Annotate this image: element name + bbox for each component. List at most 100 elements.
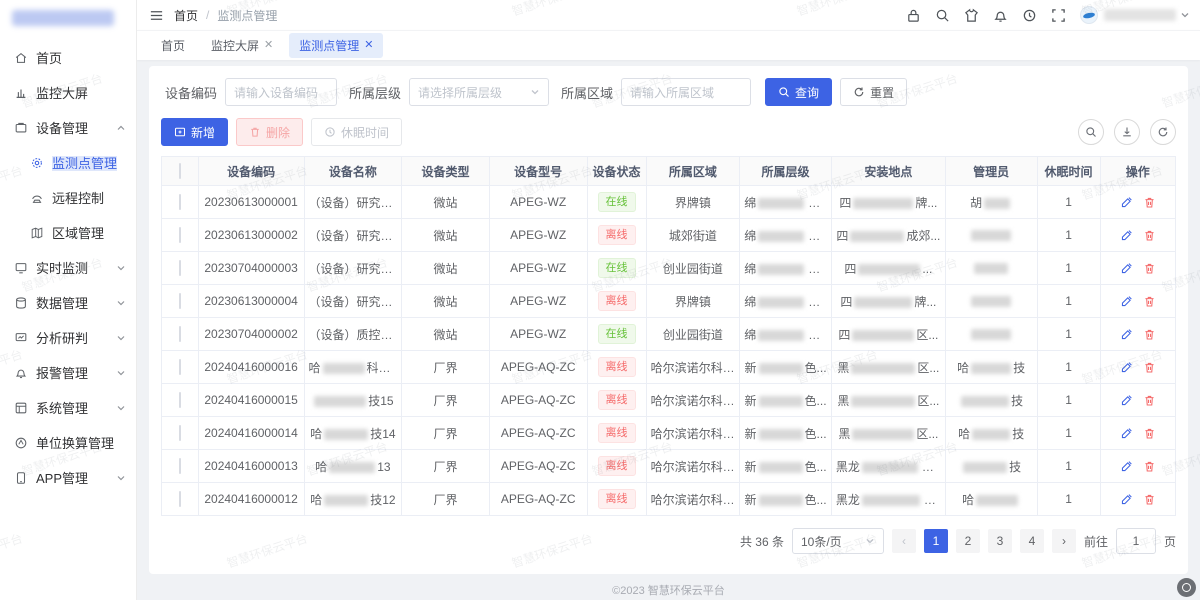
sidebar-item-9[interactable]: 报警管理 <box>0 355 136 390</box>
edit-icon[interactable] <box>1120 262 1133 275</box>
help-icon <box>1182 583 1191 592</box>
sidebar-item-0[interactable]: 首页 <box>0 40 136 75</box>
breadcrumb: 首页 / 监测点管理 <box>174 7 277 24</box>
sidebar-item-5[interactable]: 区域管理 <box>0 215 136 250</box>
delete-icon[interactable] <box>1143 295 1156 308</box>
delete-button[interactable]: 删除 <box>236 118 303 146</box>
edit-icon[interactable] <box>1120 361 1133 374</box>
edit-icon[interactable] <box>1120 328 1133 341</box>
sidebar-item-7[interactable]: 数据管理 <box>0 285 136 320</box>
delete-icon[interactable] <box>1143 394 1156 407</box>
next-page-button[interactable]: › <box>1052 529 1076 553</box>
page-button-3[interactable]: 3 <box>988 529 1012 553</box>
close-icon[interactable]: ✕ <box>364 40 373 51</box>
cell-location: 黑区... <box>831 351 945 384</box>
help-float-button[interactable] <box>1177 578 1196 597</box>
row-checkbox[interactable] <box>179 326 181 342</box>
search-icon[interactable] <box>935 8 950 23</box>
close-icon[interactable]: ✕ <box>264 40 273 51</box>
breadcrumb-home[interactable]: 首页 <box>174 7 198 24</box>
row-checkbox[interactable] <box>179 293 181 309</box>
delete-icon[interactable] <box>1143 493 1156 506</box>
sidebar-item-12[interactable]: APP管理 <box>0 460 136 495</box>
cell-ops <box>1100 186 1175 219</box>
edit-icon[interactable] <box>1120 493 1133 506</box>
avatar[interactable] <box>1080 6 1098 24</box>
row-checkbox[interactable] <box>179 194 181 210</box>
reset-button[interactable]: 重置 <box>840 78 907 106</box>
row-checkbox[interactable] <box>179 392 181 408</box>
cell-status: 离线 <box>587 450 646 483</box>
device-table: 设备编码设备名称设备类型设备型号设备状态所属区域所属层级安装地点管理员休眠时间操… <box>161 156 1176 516</box>
page-button-2[interactable]: 2 <box>956 529 980 553</box>
cell-location: 四成郊... <box>831 219 945 252</box>
delete-icon[interactable] <box>1143 361 1156 374</box>
edit-icon[interactable] <box>1120 229 1133 242</box>
sidebar-item-10[interactable]: 系统管理 <box>0 390 136 425</box>
cell-region: 创业园街道 <box>646 318 740 351</box>
tab-monitor-point[interactable]: 监测点管理✕ <box>289 33 383 58</box>
region-input[interactable]: 请输入所属区域 <box>621 78 751 106</box>
row-checkbox[interactable] <box>179 458 181 474</box>
edit-icon[interactable] <box>1120 295 1133 308</box>
delete-icon[interactable] <box>1143 229 1156 242</box>
page-size-select[interactable]: 10条/页 <box>792 528 884 554</box>
sleep-time-button[interactable]: 休眠时间 <box>311 118 402 146</box>
device-code-input[interactable]: 请输入设备编码 <box>225 78 337 106</box>
sidebar-item-1[interactable]: 监控大屏 <box>0 75 136 110</box>
row-checkbox[interactable] <box>179 425 181 441</box>
sidebar-item-6[interactable]: 实时监测 <box>0 250 136 285</box>
collapse-menu-icon[interactable] <box>149 8 164 23</box>
row-checkbox[interactable] <box>179 491 181 507</box>
table-row: 20230613000002（设备）研究院02微站APEG-WZ离线城郊街道绵生… <box>162 219 1176 252</box>
level-select[interactable]: 请选择所属层级 <box>409 78 549 106</box>
prev-page-button[interactable]: ‹ <box>892 529 916 553</box>
tab-monitor-screen[interactable]: 监控大屏✕ <box>201 33 283 58</box>
sidebar-item-11[interactable]: 单位换算管理 <box>0 425 136 460</box>
cell-model: APEG-AQ-ZC <box>489 384 587 417</box>
chevron-down-icon[interactable] <box>1180 10 1190 20</box>
cell-name: 哈13 <box>304 450 402 483</box>
tab-home[interactable]: 首页 <box>151 33 195 58</box>
app-icon <box>14 471 28 485</box>
delete-icon[interactable] <box>1143 328 1156 341</box>
cell-level: 新色... <box>740 351 832 384</box>
content: 设备编码 请输入设备编码 所属层级 请选择所属层级 所属区域 请输入所属区域 查… <box>137 60 1200 600</box>
edit-icon[interactable] <box>1120 196 1133 209</box>
download-button[interactable] <box>1114 119 1140 145</box>
theme-skin-icon[interactable] <box>964 8 979 23</box>
lock-icon[interactable] <box>906 8 921 23</box>
sidebar-item-3[interactable]: 监测点管理 <box>0 145 136 180</box>
edit-icon[interactable] <box>1120 427 1133 440</box>
row-checkbox[interactable] <box>179 227 181 243</box>
bell-icon[interactable] <box>993 8 1008 23</box>
fullscreen-icon[interactable] <box>1051 8 1066 23</box>
status-badge: 离线 <box>598 357 636 377</box>
select-all-checkbox[interactable] <box>179 163 181 179</box>
delete-icon[interactable] <box>1143 196 1156 209</box>
sidebar-item-4[interactable]: 远程控制 <box>0 180 136 215</box>
breadcrumb-current: 监测点管理 <box>217 7 277 24</box>
sidebar-item-2[interactable]: 设备管理 <box>0 110 136 145</box>
delete-icon[interactable] <box>1143 460 1156 473</box>
cell-code: 20240416000016 <box>198 351 304 384</box>
search-button[interactable]: 查询 <box>765 78 832 106</box>
delete-icon[interactable] <box>1143 427 1156 440</box>
edit-icon[interactable] <box>1120 460 1133 473</box>
cell-model: APEG-WZ <box>489 252 587 285</box>
clock-icon[interactable] <box>1022 8 1037 23</box>
tabbar: 首页 监控大屏✕ 监测点管理✕ <box>137 30 1200 60</box>
cell-region: 哈尔滨诺尔科技有... <box>646 384 740 417</box>
edit-icon[interactable] <box>1120 394 1133 407</box>
page-button-4[interactable]: 4 <box>1020 529 1044 553</box>
row-checkbox[interactable] <box>179 260 181 276</box>
add-button[interactable]: 新增 <box>161 118 228 146</box>
col-header-11: 操作 <box>1100 157 1175 186</box>
sidebar-item-8[interactable]: 分析研判 <box>0 320 136 355</box>
goto-page-input[interactable]: 1 <box>1116 528 1156 554</box>
table-search-button[interactable] <box>1078 119 1104 145</box>
page-button-1[interactable]: 1 <box>924 529 948 553</box>
row-checkbox[interactable] <box>179 359 181 375</box>
delete-icon[interactable] <box>1143 262 1156 275</box>
refresh-button[interactable] <box>1150 119 1176 145</box>
